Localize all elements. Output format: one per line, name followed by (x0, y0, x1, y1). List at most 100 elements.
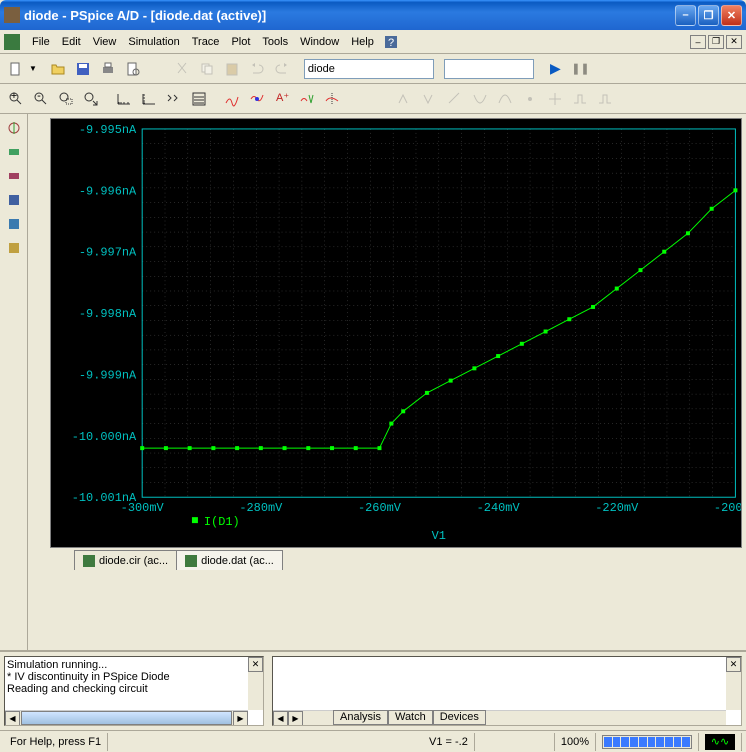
menu-simulation[interactable]: Simulation (122, 34, 185, 50)
toggle-cursor-button[interactable] (320, 88, 343, 110)
menu-help[interactable]: Help (345, 34, 380, 50)
svg-text:-9.998nA: -9.998nA (79, 307, 137, 321)
mdi-close[interactable]: ✕ (726, 35, 742, 49)
file-icon (83, 555, 95, 567)
menu-trace[interactable]: Trace (186, 34, 226, 50)
scroll-right-icon[interactable]: ▶ (288, 711, 303, 726)
perf-button[interactable] (187, 88, 210, 110)
pause-button: ❚❚ (569, 58, 592, 80)
scroll-left-icon[interactable]: ◀ (5, 711, 20, 726)
status-wave-icon: ∿∿ (699, 733, 742, 751)
window-title: diode - PSpice A/D - [diode.dat (active)… (24, 8, 675, 23)
run-input[interactable] (444, 59, 534, 79)
scroll-vertical[interactable] (248, 672, 263, 710)
mark-data-button[interactable] (295, 88, 318, 110)
pane-close-button[interactable]: ✕ (248, 657, 263, 672)
scroll-vertical[interactable] (726, 672, 741, 710)
menu-view[interactable]: View (87, 34, 123, 50)
save-button[interactable] (72, 58, 95, 80)
zoom-out-button[interactable]: - (29, 88, 52, 110)
cursor-trough-button (418, 88, 441, 110)
output-panes: ✕ Simulation running... * IV discontinui… (0, 650, 746, 730)
scroll-right-icon[interactable]: ▶ (233, 711, 248, 726)
tab-diode-dat[interactable]: diode.dat (ac... (176, 550, 283, 570)
run-button[interactable]: ▶ (544, 58, 567, 80)
cursor-slope-button (443, 88, 466, 110)
scroll-thumb[interactable] (21, 711, 232, 725)
eval-button[interactable] (245, 88, 268, 110)
analysis-pane: ✕ ◀ ▶ Analysis Watch Devices (272, 656, 742, 726)
status-v1: V1 = -.2 (423, 733, 475, 751)
scroll-horizontal[interactable]: ◀ ▶ (5, 710, 248, 725)
svg-text:?: ? (388, 37, 394, 49)
simulation-name-input[interactable] (304, 59, 434, 79)
cursor-prev-tran-button (593, 88, 616, 110)
tab-watch[interactable]: Watch (388, 710, 433, 725)
toolbar-main: ▼ ▶ ❚❚ (0, 54, 746, 84)
svg-text:-9.995nA: -9.995nA (79, 123, 137, 137)
plot-canvas[interactable]: -9.995nA-9.996nA-9.997nA-9.998nA-9.999nA… (50, 118, 742, 548)
cursor-min-button (468, 88, 491, 110)
marker-v-icon[interactable] (4, 118, 24, 138)
svg-text:-280mV: -280mV (239, 501, 283, 515)
cursor-max-button (493, 88, 516, 110)
status-progress (596, 733, 699, 751)
close-button[interactable]: ✕ (721, 5, 742, 26)
title-bar: diode - PSpice A/D - [diode.dat (active)… (0, 0, 746, 30)
menu-window[interactable]: Window (294, 34, 345, 50)
svg-text:-9.997nA: -9.997nA (79, 246, 137, 260)
mdi-restore[interactable]: ❐ (708, 35, 724, 49)
mdi-minimize[interactable]: – (690, 35, 706, 49)
new-button[interactable] (4, 58, 27, 80)
print-button[interactable] (97, 58, 120, 80)
svg-text:I(D1): I(D1) (204, 515, 240, 529)
marker-w-icon[interactable] (4, 166, 24, 186)
svg-text:A⁺B: A⁺B (276, 92, 290, 104)
marker-net-icon[interactable] (4, 214, 24, 234)
tab-analysis[interactable]: Analysis (333, 710, 388, 725)
menu-edit[interactable]: Edit (56, 34, 87, 50)
msg-line: Reading and checking circuit (7, 683, 261, 695)
menu-file[interactable]: File (26, 34, 56, 50)
scroll-left-icon[interactable]: ◀ (273, 711, 288, 726)
document-tabs: diode.cir (ac... diode.dat (ac... (50, 548, 742, 570)
cut-button (171, 58, 194, 80)
zoom-in-button[interactable]: + (4, 88, 27, 110)
add-trace-button[interactable] (220, 88, 243, 110)
log-y-button[interactable] (137, 88, 160, 110)
maximize-button[interactable]: ❐ (698, 5, 719, 26)
minimize-button[interactable]: – (675, 5, 696, 26)
menu-tools[interactable]: Tools (256, 34, 294, 50)
undo-button (246, 58, 269, 80)
side-toolbar (0, 114, 28, 650)
svg-text:-9.999nA: -9.999nA (79, 368, 137, 382)
svg-text:+: + (10, 91, 16, 102)
paste-button (221, 58, 244, 80)
tab-devices[interactable]: Devices (433, 710, 486, 725)
svg-text:-220mV: -220mV (595, 501, 639, 515)
svg-text:-200mV: -200mV (714, 501, 741, 515)
help-icon[interactable]: ? (380, 31, 403, 53)
svg-text:-260mV: -260mV (358, 501, 402, 515)
fft-button[interactable] (162, 88, 185, 110)
marker-adv-icon[interactable] (4, 238, 24, 258)
msg-line: * IV discontinuity in PSpice Diode (7, 671, 261, 683)
scroll-horizontal[interactable]: ◀ ▶ Analysis Watch Devices (273, 710, 726, 725)
tab-diode-cir[interactable]: diode.cir (ac... (74, 550, 177, 570)
svg-text:-: - (37, 91, 41, 102)
print-preview-button[interactable] (122, 58, 145, 80)
msg-line: Simulation running... (7, 659, 261, 671)
zoom-area-button[interactable] (54, 88, 77, 110)
app-icon (4, 7, 20, 23)
menu-plot[interactable]: Plot (225, 34, 256, 50)
marker-dev-icon[interactable] (4, 190, 24, 210)
log-x-button[interactable] (112, 88, 135, 110)
text-label-button[interactable]: A⁺B (270, 88, 293, 110)
marker-i-icon[interactable] (4, 142, 24, 162)
status-bar: For Help, press F1 V1 = -.2 100% ∿∿ (0, 730, 746, 752)
open-button[interactable] (47, 58, 70, 80)
tab-label: diode.dat (ac... (201, 555, 274, 567)
zoom-fit-button[interactable] (79, 88, 102, 110)
redo-button (271, 58, 294, 80)
pane-close-button[interactable]: ✕ (726, 657, 741, 672)
